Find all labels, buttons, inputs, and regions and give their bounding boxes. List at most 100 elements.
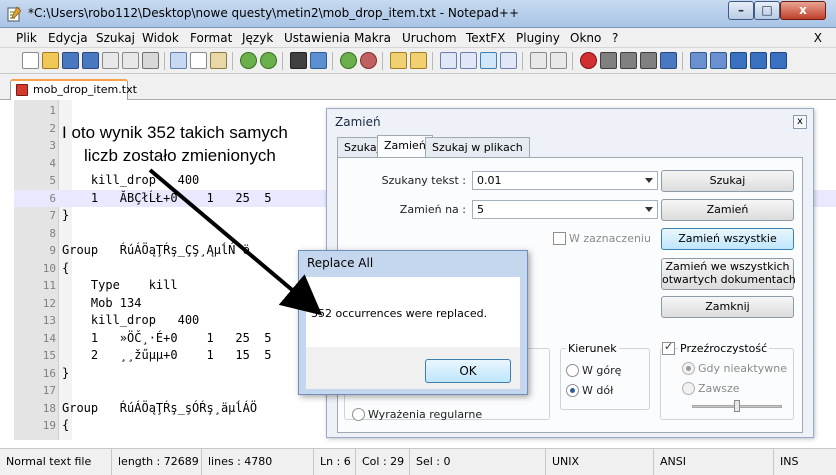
arrow-up-icon[interactable]	[730, 52, 747, 69]
zoom-out-icon[interactable]	[360, 52, 377, 69]
status-length: length : 72689	[112, 449, 202, 475]
print-icon[interactable]	[142, 52, 159, 69]
save-all-icon[interactable]	[82, 52, 99, 69]
paste-icon[interactable]	[210, 52, 227, 69]
close-window-button[interactable]: x	[780, 1, 826, 20]
line-code: 2 ¸¸žűµµ+0 1 15 5	[62, 348, 272, 362]
line-number: 18	[42, 401, 56, 415]
maximize-button[interactable]: □	[754, 1, 780, 20]
cut-icon[interactable]	[170, 52, 187, 69]
menu-edycja[interactable]: Edycja	[48, 31, 88, 45]
close-all-icon[interactable]	[122, 52, 139, 69]
stop-macro-icon[interactable]	[600, 52, 617, 69]
doc-map-icon[interactable]	[530, 52, 547, 69]
tab-szukaj-w-plikach[interactable]: Szukaj w plikach	[425, 137, 530, 157]
chevron-down-icon	[645, 207, 653, 212]
play-macro-icon[interactable]	[620, 52, 637, 69]
undo-icon[interactable]	[240, 52, 257, 69]
sync-horizontal-icon[interactable]	[410, 52, 427, 69]
line-number: 2	[49, 121, 56, 135]
replace-label: Zamień na :	[399, 203, 466, 216]
redo-icon[interactable]	[260, 52, 277, 69]
arrow-down-icon[interactable]	[750, 52, 767, 69]
toolbar-separator	[282, 52, 283, 70]
replace-all-button[interactable]: Zamień wszystkie	[661, 228, 794, 250]
line-code: {	[62, 260, 70, 275]
toolbar-separator	[432, 52, 433, 70]
line-code: {	[62, 418, 70, 432]
function-list-icon[interactable]	[550, 52, 567, 69]
unsaved-file-icon	[16, 84, 28, 96]
transparency-always-radio[interactable]	[682, 382, 695, 395]
find-button[interactable]: Szukaj	[661, 170, 794, 192]
menu-textfx[interactable]: TextFX	[466, 31, 505, 45]
save-icon[interactable]	[62, 52, 79, 69]
toolbar-separator	[522, 52, 523, 70]
replace-dialog-title: Zamień	[335, 115, 381, 129]
transparency-inactive-label: Gdy nieaktywne	[698, 362, 787, 375]
in-selection-checkbox[interactable]	[553, 232, 566, 245]
menu-makra[interactable]: Makra	[354, 31, 391, 45]
transparency-slider-thumb[interactable]	[734, 400, 740, 412]
transparency-inactive-radio[interactable]	[682, 362, 695, 375]
ok-button[interactable]: OK	[425, 359, 511, 383]
close-document-button[interactable]: X	[814, 31, 822, 45]
transparency-title: Przeźroczystość	[678, 342, 770, 355]
menu-widok[interactable]: Widok	[142, 31, 179, 45]
message-box-text: 352 occurrences were replaced.	[311, 307, 488, 320]
status-file-type: Normal text file	[0, 449, 112, 475]
new-file-icon[interactable]	[22, 52, 39, 69]
menu-pluginy[interactable]: Pluginy	[516, 31, 560, 45]
minimize-button[interactable]: –	[728, 1, 754, 20]
replace-all-open-line1: Zamień we wszystkich	[665, 260, 790, 273]
title-bar: *C:\Users\robo112\Desktop\nowe questy\me…	[0, 0, 836, 28]
replace-button[interactable]: Zamień	[661, 199, 794, 221]
find-icon[interactable]	[290, 52, 307, 69]
line-number: 10	[42, 261, 56, 275]
toolbar-separator	[382, 52, 383, 70]
open-file-icon[interactable]	[42, 52, 59, 69]
run-macro-multiple-icon[interactable]	[640, 52, 657, 69]
copy-icon[interactable]	[190, 52, 207, 69]
show-all-chars-icon[interactable]	[460, 52, 477, 69]
close-dialog-button[interactable]: x	[793, 115, 807, 129]
menu-okno[interactable]: Okno	[570, 31, 601, 45]
close-file-icon[interactable]	[102, 52, 119, 69]
tab-mob-drop-item[interactable]: mob_drop_item.txt	[10, 79, 137, 100]
toolbar	[0, 48, 836, 74]
menu-uruchom[interactable]: Uruchom	[402, 31, 457, 45]
plugin-icon[interactable]	[690, 52, 707, 69]
menu-help[interactable]: ?	[612, 31, 618, 45]
save-macro-icon[interactable]	[660, 52, 677, 69]
close-button[interactable]: Zamknij	[661, 296, 794, 318]
line-number: 17	[42, 384, 56, 397]
regex-radio[interactable]	[352, 408, 365, 421]
zoom-in-icon[interactable]	[340, 52, 357, 69]
replace-icon[interactable]	[310, 52, 327, 69]
status-encoding: ANSI	[654, 449, 774, 475]
indent-guide-icon[interactable]	[480, 52, 497, 69]
direction-up-label: W górę	[582, 364, 622, 377]
replace-all-open-docs-button[interactable]: Zamień we wszystkich otwartych dokumenta…	[661, 258, 796, 290]
fold-icon[interactable]	[770, 52, 787, 69]
plugin-icon[interactable]	[710, 52, 727, 69]
word-wrap-icon[interactable]	[440, 52, 457, 69]
replace-combo[interactable]: 5	[472, 200, 658, 219]
status-sel: Sel : 0	[410, 449, 546, 475]
menu-ustawienia[interactable]: Ustawienia	[284, 31, 350, 45]
menu-format[interactable]: Format	[190, 31, 232, 45]
direction-down-radio[interactable]	[566, 384, 579, 397]
in-selection-label: W zaznaczeniu	[569, 232, 651, 245]
menu-szukaj[interactable]: Szukaj	[96, 31, 135, 45]
find-combo[interactable]: 0.01	[472, 171, 658, 190]
sync-vertical-icon[interactable]	[390, 52, 407, 69]
line-number: 11	[42, 279, 56, 292]
direction-up-radio[interactable]	[566, 364, 579, 377]
find-value: 0.01	[477, 174, 502, 187]
transparency-checkbox[interactable]	[662, 340, 675, 355]
menu-plik[interactable]: Plik	[16, 31, 37, 45]
line-code: Type kill	[62, 278, 178, 292]
record-macro-icon[interactable]	[580, 52, 597, 69]
user-language-icon[interactable]	[500, 52, 517, 69]
menu-jezyk[interactable]: Język	[242, 31, 273, 45]
